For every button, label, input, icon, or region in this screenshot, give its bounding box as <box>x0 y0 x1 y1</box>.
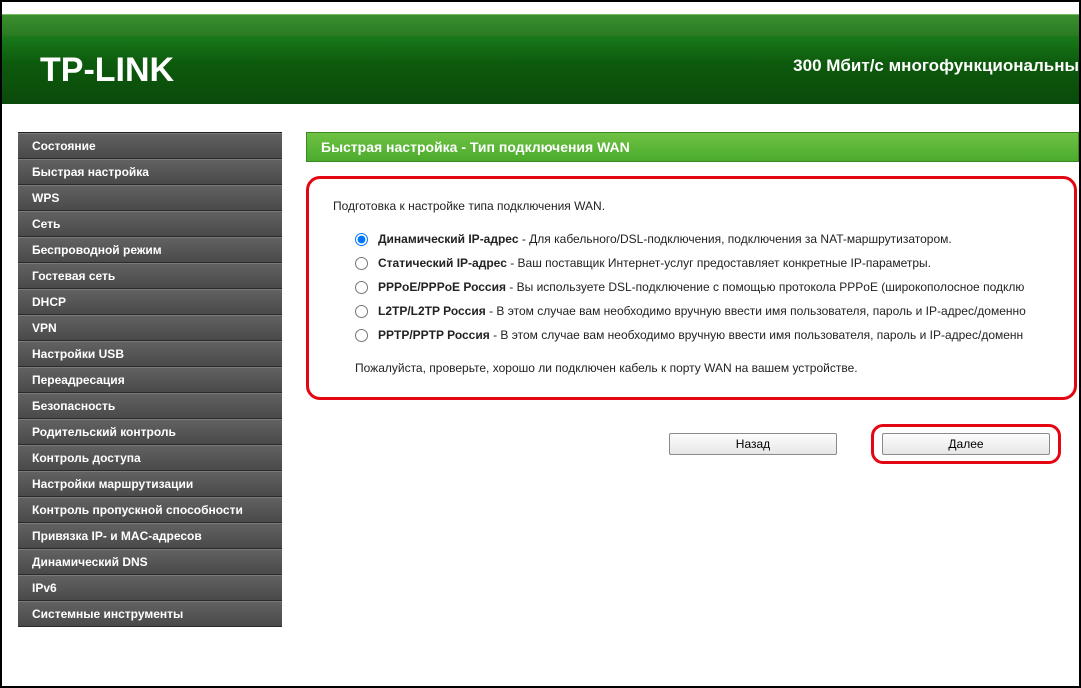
next-button[interactable]: Далее <box>882 433 1050 455</box>
next-button-highlight: Далее <box>871 424 1061 464</box>
back-button[interactable]: Назад <box>669 433 837 455</box>
nav-item-system-tools[interactable]: Системные инструменты <box>18 601 282 627</box>
nav-item-parental-control[interactable]: Родительский контроль <box>18 419 282 445</box>
brand-logo: TP-LINK <box>40 51 174 90</box>
option-desc: - Для кабельного/DSL-подключения, подклю… <box>519 232 952 246</box>
nav-item-access-control[interactable]: Контроль доступа <box>18 445 282 471</box>
option-label: PPPoE/PPPoE Россия <box>378 280 506 294</box>
header: TP-LINK 300 Мбит/с многофункциональны <box>2 36 1079 104</box>
nav-item-wps[interactable]: WPS <box>18 185 282 211</box>
option-desc: - В этом случае вам необходимо вручную в… <box>490 328 1023 342</box>
wan-type-options: Динамический IP-адрес - Для кабельного/D… <box>355 227 1056 347</box>
intro-text: Подготовка к настройке типа подключения … <box>333 199 1056 213</box>
radio-l2tp[interactable] <box>355 305 368 318</box>
nav-item-usb-settings[interactable]: Настройки USB <box>18 341 282 367</box>
nav-item-vpn[interactable]: VPN <box>18 315 282 341</box>
option-label: L2TP/L2TP Россия <box>378 304 486 318</box>
nav-item-guest-network[interactable]: Гостевая сеть <box>18 263 282 289</box>
option-pptp[interactable]: PPTP/PPTP Россия - В этом случае вам нео… <box>355 323 1056 347</box>
option-l2tp[interactable]: L2TP/L2TP Россия - В этом случае вам нео… <box>355 299 1056 323</box>
radio-pppoe[interactable] <box>355 281 368 294</box>
nav-item-wireless[interactable]: Беспроводной режим <box>18 237 282 263</box>
window-chrome-gap <box>2 2 1079 14</box>
nav-item-quick-setup[interactable]: Быстрая настройка <box>18 159 282 185</box>
nav-item-ipv6[interactable]: IPv6 <box>18 575 282 601</box>
option-pppoe[interactable]: PPPoE/PPPoE Россия - Вы используете DSL-… <box>355 275 1056 299</box>
option-static-ip[interactable]: Статический IP-адрес - Ваш поставщик Инт… <box>355 251 1056 275</box>
nav-item-status[interactable]: Состояние <box>18 133 282 159</box>
cable-check-note: Пожалуйста, проверьте, хорошо ли подключ… <box>355 361 1056 375</box>
option-desc: - В этом случае вам необходимо вручную в… <box>486 304 1026 318</box>
sidebar: Состояние Быстрая настройка WPS Сеть Бес… <box>2 104 282 686</box>
nav-item-ddns[interactable]: Динамический DNS <box>18 549 282 575</box>
option-label: Динамический IP-адрес <box>378 232 519 246</box>
nav-item-dhcp[interactable]: DHCP <box>18 289 282 315</box>
nav-item-routing[interactable]: Настройки маршрутизации <box>18 471 282 497</box>
product-tagline: 300 Мбит/с многофункциональны <box>793 56 1079 76</box>
radio-pptp[interactable] <box>355 329 368 342</box>
nav-item-forwarding[interactable]: Переадресация <box>18 367 282 393</box>
nav-item-ip-mac-binding[interactable]: Привязка IP- и MAC-адресов <box>18 523 282 549</box>
option-label: Статический IP-адрес <box>378 256 507 270</box>
nav-item-network[interactable]: Сеть <box>18 211 282 237</box>
option-dynamic-ip[interactable]: Динамический IP-адрес - Для кабельного/D… <box>355 227 1056 251</box>
top-stripe <box>2 14 1079 36</box>
radio-static-ip[interactable] <box>355 257 368 270</box>
option-label: PPTP/PPTP Россия <box>378 328 490 342</box>
radio-dynamic-ip[interactable] <box>355 233 368 246</box>
nav-menu: Состояние Быстрая настройка WPS Сеть Бес… <box>18 132 282 627</box>
button-row: Назад Далее <box>306 424 1061 464</box>
main-content: Быстрая настройка - Тип подключения WAN … <box>282 104 1079 686</box>
nav-item-bandwidth-control[interactable]: Контроль пропускной способности <box>18 497 282 523</box>
nav-item-security[interactable]: Безопасность <box>18 393 282 419</box>
page-title: Быстрая настройка - Тип подключения WAN <box>306 132 1079 162</box>
option-desc: - Вы используете DSL-подключение с помощ… <box>506 280 1024 294</box>
wan-type-panel: Подготовка к настройке типа подключения … <box>306 176 1077 400</box>
option-desc: - Ваш поставщик Интернет-услуг предостав… <box>507 256 931 270</box>
